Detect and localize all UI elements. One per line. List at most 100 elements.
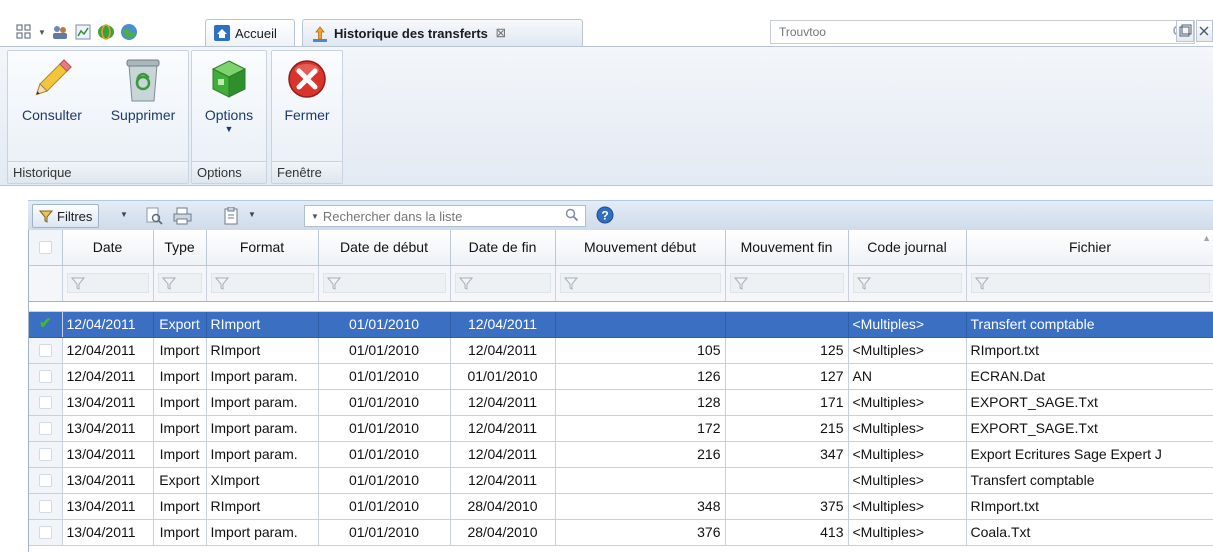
table-row[interactable]: 13/04/2011 Import Import param. 01/01/2010 1… xyxy=(29,389,1213,416)
clipboard-icon[interactable] xyxy=(223,206,239,228)
column-filter-input[interactable] xyxy=(852,273,962,293)
column-header-mouvement-fin[interactable]: Mouvement fin xyxy=(725,230,849,266)
people-icon[interactable] xyxy=(50,22,70,42)
cell-mouvement-fin: 215 xyxy=(725,415,849,442)
row-checkbox-cell[interactable] xyxy=(29,389,63,416)
grid-toolbar: Filtres ▼ ▼ ▼ ? xyxy=(28,200,1213,230)
row-checkbox-cell[interactable] xyxy=(29,467,63,494)
filter-cell[interactable] xyxy=(62,265,154,302)
table-row[interactable]: 13/04/2011 Import Import param. 01/01/2010 2… xyxy=(29,519,1213,546)
cell-mouvement-debut: 126 xyxy=(555,363,726,390)
global-search-box[interactable] xyxy=(770,20,1195,44)
column-header-code-journal[interactable]: Code journal xyxy=(848,230,967,266)
column-header-date[interactable]: Date xyxy=(62,230,154,266)
filters-dropdown-icon[interactable]: ▼ xyxy=(120,210,128,219)
column-filter-input[interactable] xyxy=(66,273,149,293)
column-filter-input[interactable] xyxy=(322,273,446,293)
chart-icon[interactable] xyxy=(73,22,93,42)
row-checkbox-cell[interactable] xyxy=(29,363,63,390)
row-checkbox-cell[interactable] xyxy=(29,519,63,546)
column-filter-input[interactable] xyxy=(454,273,551,293)
row-checkbox[interactable] xyxy=(38,369,52,383)
cell-date-debut: 01/01/2010 xyxy=(318,415,451,442)
column-filter-input[interactable] xyxy=(210,273,314,293)
column-header-type[interactable]: Type xyxy=(153,230,207,266)
column-header-mouvement-debut[interactable]: Mouvement début xyxy=(555,230,726,266)
filter-cell[interactable] xyxy=(966,265,1213,302)
tab-accueil[interactable]: Accueil xyxy=(205,19,295,46)
checkmark-icon[interactable]: ✔ xyxy=(33,316,58,331)
global-search-input[interactable] xyxy=(771,21,1151,43)
column-filter-input[interactable] xyxy=(729,273,844,293)
tab-accueil-label: Accueil xyxy=(235,25,277,41)
row-checkbox[interactable] xyxy=(38,395,52,409)
filter-cell[interactable] xyxy=(555,265,726,302)
row-checkbox-cell[interactable] xyxy=(29,493,63,520)
globe-icon[interactable] xyxy=(119,22,139,42)
header-row: Date Type Format Date de début Date de f… xyxy=(29,230,1213,266)
column-header-format[interactable]: Format xyxy=(206,230,319,266)
row-checkbox-cell[interactable] xyxy=(29,337,63,364)
list-search-icon[interactable] xyxy=(565,208,579,225)
row-checkbox-cell[interactable] xyxy=(29,415,63,442)
supprimer-button[interactable]: Supprimer xyxy=(103,55,183,123)
column-filter-input[interactable] xyxy=(559,273,721,293)
filter-cell[interactable] xyxy=(153,265,207,302)
print-icon[interactable] xyxy=(173,207,193,228)
filter-cell[interactable] xyxy=(206,265,319,302)
filter-cell[interactable] xyxy=(450,265,556,302)
list-search-input[interactable] xyxy=(322,208,533,224)
column-header-date-fin[interactable]: Date de fin xyxy=(450,230,556,266)
globe-green-icon[interactable] xyxy=(96,22,116,42)
row-checkbox[interactable] xyxy=(38,447,52,461)
filter-cell[interactable] xyxy=(725,265,849,302)
ribbon-group-fenetre-title: Fenêtre xyxy=(272,161,342,183)
select-all-header[interactable] xyxy=(29,230,63,266)
row-checkbox[interactable] xyxy=(38,343,52,357)
consulter-button[interactable]: Consulter xyxy=(13,55,91,123)
cell-date-fin: 28/04/2010 xyxy=(450,493,556,520)
table-row[interactable]: 13/04/2011 Export XImport 01/01/2010 12/04/2… xyxy=(29,467,1213,494)
cell-mouvement-fin: 127 xyxy=(725,363,849,390)
table-row[interactable]: 13/04/2011 Import Import param. 01/01/2010 1… xyxy=(29,441,1213,468)
preview-icon[interactable] xyxy=(145,207,163,228)
row-checkbox-cell[interactable] xyxy=(29,441,63,468)
close-tab-icon[interactable]: ☒ xyxy=(496,27,506,40)
row-checkbox[interactable] xyxy=(38,525,52,539)
table-row[interactable]: 12/04/2011 Import RImport 01/01/2010 12/04/2… xyxy=(29,337,1213,364)
cell-code-journal: <Multiples> xyxy=(848,389,967,416)
close-window-button[interactable] xyxy=(1196,20,1213,42)
row-checkbox[interactable] xyxy=(38,499,52,513)
column-header-date-debut[interactable]: Date de début xyxy=(318,230,451,266)
column-filter-input[interactable] xyxy=(157,273,202,293)
filter-cell[interactable] xyxy=(318,265,451,302)
table-row[interactable]: 13/04/2011 Import Import param. 01/01/2010 1… xyxy=(29,415,1213,442)
table-row[interactable]: 12/04/2011 Import Import param. 01/01/2010 0… xyxy=(29,363,1213,390)
scroll-up-icon[interactable]: ▲ xyxy=(1202,233,1211,243)
column-header-fichier[interactable]: Fichier xyxy=(966,230,1213,266)
filter-cell-empty[interactable] xyxy=(29,265,63,302)
tab-historique-transferts[interactable]: Historique des transferts ☒ xyxy=(302,19,583,47)
column-filter-input[interactable] xyxy=(970,273,1210,293)
filter-cell[interactable] xyxy=(848,265,967,302)
list-search-box[interactable]: ▼ xyxy=(304,205,586,227)
cell-date-debut: 01/01/2010 xyxy=(318,519,451,546)
list-search-dropdown-icon[interactable]: ▼ xyxy=(311,212,319,221)
apps-grid-icon[interactable] xyxy=(14,22,34,42)
help-icon[interactable]: ? xyxy=(596,206,614,227)
row-checkbox-cell[interactable]: ✔ xyxy=(29,311,63,338)
filters-button[interactable]: Filtres xyxy=(32,204,100,228)
apps-dropdown-icon[interactable]: ▼ xyxy=(37,22,47,42)
row-checkbox[interactable] xyxy=(38,421,52,435)
cell-mouvement-debut xyxy=(555,467,726,494)
options-button[interactable]: Options ▼ xyxy=(198,55,260,134)
cell-mouvement-fin: 347 xyxy=(725,441,849,468)
row-checkbox[interactable] xyxy=(38,473,52,487)
table-row[interactable]: 13/04/2011 Import RImport 01/01/2010 28/04/2… xyxy=(29,493,1213,520)
clipboard-dropdown-icon[interactable]: ▼ xyxy=(248,210,256,219)
restore-window-button[interactable] xyxy=(1176,20,1194,42)
fermer-button[interactable]: Fermer xyxy=(276,55,338,123)
cell-date-fin: 12/04/2011 xyxy=(450,311,556,338)
table-row[interactable]: ✔ 12/04/2011 Export RImport 01/01/2010 12/04/… xyxy=(29,311,1213,338)
select-all-checkbox[interactable] xyxy=(38,240,52,254)
